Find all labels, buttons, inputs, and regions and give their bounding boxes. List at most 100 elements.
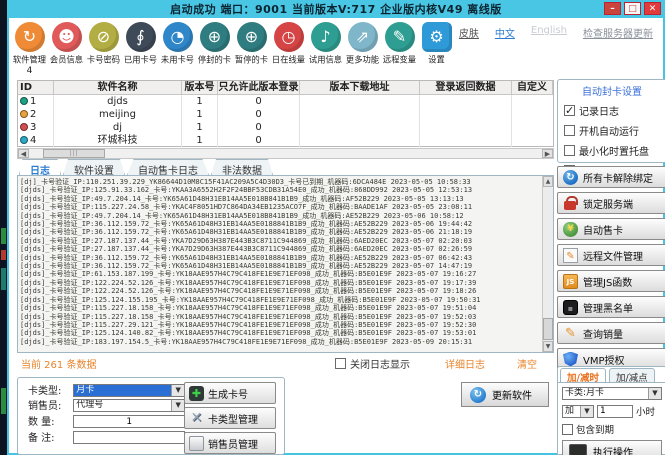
note-label: 备 注:: [28, 432, 70, 446]
tab-软件设置[interactable]: 软件设置: [63, 159, 125, 175]
toolbar-item-remote-variables[interactable]: ✎远程变量: [381, 21, 418, 76]
adjust-op-select[interactable]: 加 ▼: [562, 405, 594, 418]
table-row[interactable]: 1djds10: [18, 95, 553, 108]
table-column-header[interactable]: ID: [18, 81, 54, 94]
lock-button[interactable]: 锁定服务端: [557, 192, 665, 214]
tab-自动售卡日志[interactable]: 自动售卡日志: [127, 159, 209, 175]
toolbar-item-software-manage[interactable]: ↻软件管理4: [11, 21, 48, 76]
close-log-label: 关闭日志显示: [350, 356, 410, 371]
maximize-button[interactable]: □: [624, 2, 641, 15]
note-input[interactable]: [73, 431, 185, 444]
language-chinese-link[interactable]: 中文: [495, 25, 515, 40]
setting-checkbox-记录日志[interactable]: 记录日志: [564, 103, 665, 118]
settings-icon: ⚙: [422, 22, 452, 52]
adjust-tab-加/减时[interactable]: 加/减时: [560, 368, 606, 382]
only-this-version-cell: 0: [218, 108, 300, 121]
toolbar-item-label: 卡号密码: [86, 54, 120, 66]
table-column-header[interactable]: 版本号: [182, 81, 218, 94]
table-row[interactable]: 4环城科技10: [18, 134, 553, 147]
titlebar[interactable]: 启动成功 端口：9001 当前版本V:717 企业版内核V49 离线版 – □ …: [7, 0, 665, 18]
chevron-down-icon[interactable]: ▼: [171, 385, 184, 396]
check-update-link[interactable]: 检查服务器更新: [583, 25, 653, 40]
table-body: 1djds102meijing103dj104环城科技10: [18, 95, 553, 147]
tab-非法数据[interactable]: 非法数据: [211, 159, 273, 175]
unbind-button[interactable]: ↻所有卡解除绑定: [557, 166, 665, 188]
checkbox-box[interactable]: [564, 145, 575, 156]
toolbar-item-unused-cards[interactable]: ◔未用卡号: [159, 21, 196, 76]
adjust-amount-input[interactable]: [597, 405, 633, 418]
card-generate-groupbox: 卡类型: 月卡 ▼ 销售员: 代理号 ▼ 数 量: 备 注:: [17, 377, 285, 455]
time-adjust-groupbox: 加/减时加/减点 卡类:月卡 ▼ 加 ▼ 小时: [557, 366, 665, 455]
minimize-button[interactable]: –: [604, 2, 621, 15]
seller-select[interactable]: 代理号 ▼: [73, 399, 185, 412]
table-column-header[interactable]: 软件名称: [54, 81, 182, 94]
scroll-up-arrow-icon[interactable]: ▲: [543, 176, 553, 187]
software-name-cell: 环城科技: [54, 134, 182, 147]
close-log-checkbox[interactable]: 关闭日志显示: [335, 356, 410, 371]
lock-icon: [563, 196, 578, 211]
setting-checkbox-开机自动运行[interactable]: 开机自动运行: [564, 123, 665, 138]
table-column-header[interactable]: 登录返回数据: [420, 81, 512, 94]
toolbar-item-paused-cards[interactable]: ⊕暂停的卡: [233, 21, 270, 76]
vmp-icon: [563, 352, 578, 367]
moneybag-button[interactable]: ¥自动售卡: [557, 218, 665, 240]
setting-checkbox-最小化时置托盘[interactable]: 最小化时置托盘: [564, 143, 665, 158]
card-type-select[interactable]: 月卡 ▼: [73, 384, 185, 397]
checkbox-box[interactable]: [564, 105, 575, 116]
log-footer: 当前 261 条数据 关闭日志显示 详细日志 清空: [17, 356, 554, 370]
checkbox-box[interactable]: [564, 125, 575, 136]
clear-log-button[interactable]: 清空: [517, 356, 537, 371]
chevron-down-icon[interactable]: ▼: [171, 400, 184, 411]
table-column-header[interactable]: 版本下载地址: [300, 81, 420, 94]
checkbox-box[interactable]: [335, 358, 346, 369]
tab-日志[interactable]: 日志: [19, 159, 61, 175]
toolbar-item-more-functions[interactable]: ⇗更多功能: [344, 21, 381, 76]
custom-cell: [512, 134, 553, 147]
quantity-input[interactable]: [73, 415, 185, 428]
generate-card-button[interactable]: ✚ 生成卡号: [184, 382, 276, 404]
row-id-cell: 1: [18, 95, 54, 108]
checkbox-box[interactable]: [562, 424, 573, 435]
close-button[interactable]: ✕: [644, 2, 661, 15]
update-software-button[interactable]: ↻ 更新软件: [461, 382, 549, 407]
adjust-tab-加/减点[interactable]: 加/减点: [609, 368, 655, 382]
log-lines[interactable]: [dj]_卡号验证_IP:110.251.39.229_YK86644D10M8…: [20, 178, 541, 350]
toolbar-item-card-password[interactable]: ⊘卡号密码: [85, 21, 122, 76]
table-horizontal-scrollbar[interactable]: ◀ ||| ▶: [17, 148, 554, 159]
skin-link[interactable]: 皮肤: [459, 25, 479, 40]
language-english-link[interactable]: English: [531, 25, 567, 40]
remotefile-button[interactable]: ✎远程文件管理: [557, 244, 665, 266]
seller-manage-button[interactable]: 销售员管理: [184, 432, 276, 454]
scrollbar-thumb[interactable]: [543, 318, 553, 340]
log-count-label: 当前 261 条数据: [21, 356, 96, 371]
chevron-down-icon[interactable]: ▼: [648, 388, 661, 399]
card-type-manage-button[interactable]: ✕ 卡类型管理: [184, 407, 276, 429]
adjust-card-type-select[interactable]: 卡类:月卡 ▼: [562, 387, 662, 400]
toolbar-item-banned-cards[interactable]: ⊕停封的卡: [196, 21, 233, 76]
sales-button[interactable]: ✎查询销量: [557, 322, 665, 344]
table-row[interactable]: 3dj10: [18, 121, 553, 134]
blacklist-button[interactable]: ▪管理黑名单: [557, 296, 665, 318]
toolbar-item-used-cards[interactable]: ∮已用卡号: [122, 21, 159, 76]
log-vertical-scrollbar[interactable]: ▲ ▼: [542, 176, 553, 352]
more-functions-icon: ⇗: [348, 22, 378, 52]
toolbar-item-daily-online[interactable]: ◷日在线量: [270, 21, 307, 76]
toolbar-item-settings[interactable]: ⚙设置: [418, 21, 455, 76]
detail-log-button[interactable]: 详细日志: [445, 356, 485, 371]
table-column-header[interactable]: 只允许此版本登录: [218, 81, 300, 94]
scrollbar-thumb[interactable]: |||: [43, 149, 105, 158]
chevron-down-icon[interactable]: ▼: [580, 406, 593, 417]
table-column-header[interactable]: 自定义: [512, 81, 553, 94]
status-dot-icon: [20, 123, 28, 131]
scroll-down-arrow-icon[interactable]: ▼: [543, 341, 553, 352]
scroll-left-arrow-icon[interactable]: ◀: [18, 149, 29, 158]
include-expired-checkbox[interactable]: 包含到期: [562, 422, 662, 436]
toolbar-item-member-info[interactable]: ☻会员信息: [48, 21, 85, 76]
toolbar-item-trial-info[interactable]: ♪试用信息: [307, 21, 344, 76]
table-row[interactable]: 2meijing10: [18, 108, 553, 121]
software-name-cell: djds: [54, 95, 182, 108]
scroll-right-arrow-icon[interactable]: ▶: [542, 149, 553, 158]
log-line: [djds]_卡号验证_IP:36.112.159.72_卡号:YK65A61D…: [20, 228, 541, 236]
jsfunc-button[interactable]: JS管理JS函数: [557, 270, 665, 292]
execute-operation-button[interactable]: 执行操作: [562, 440, 662, 455]
